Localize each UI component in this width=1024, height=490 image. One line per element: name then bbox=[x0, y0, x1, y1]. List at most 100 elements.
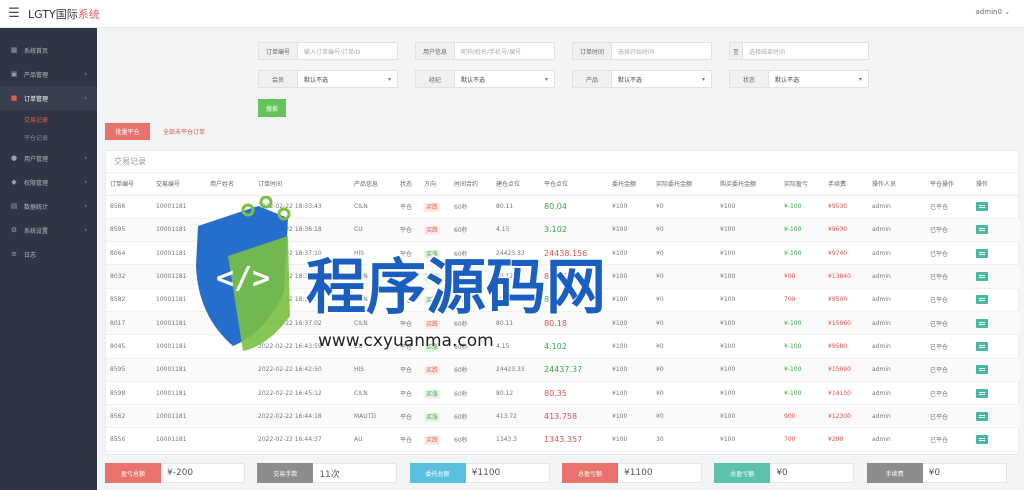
pnl-cell-text: 900 bbox=[784, 412, 796, 420]
product-select[interactable]: 默认不选 ▾ bbox=[612, 70, 712, 88]
order-time-cell-text: 2022-02-22 16:37:02 bbox=[258, 319, 322, 327]
buy-amount-cell-text: ¥100 bbox=[720, 273, 736, 281]
sidebar-item-home[interactable]: ▦ 系统首页 bbox=[0, 38, 97, 62]
product-cell: CILN bbox=[350, 311, 396, 336]
row-edit-button[interactable] bbox=[976, 435, 988, 445]
row-edit-button[interactable] bbox=[976, 295, 988, 305]
row-edit-button[interactable] bbox=[976, 272, 988, 282]
contract-cell-text: 60秒 bbox=[454, 390, 468, 398]
pnl-cell: ¥-100 bbox=[780, 218, 824, 243]
table-row: 8064 10001181 2022-02-22 18:37:10 HIS 平仓 买涨 60… bbox=[106, 241, 1020, 266]
direction-cell-text: 买跌 bbox=[424, 436, 441, 446]
actual-amount-cell: 30 bbox=[652, 427, 716, 452]
product-cell-text: CU bbox=[354, 342, 363, 350]
table-row: 8595 10001181 2022-02-22 18:36:18 CU 平仓 买跌 60秒… bbox=[106, 218, 1020, 243]
close-op-cell: 已平仓 bbox=[926, 334, 972, 359]
order-time-cell-text: 2022-02-22 16:45:12 bbox=[258, 389, 322, 397]
amount-cell: ¥100 bbox=[608, 195, 652, 219]
operator-cell-text: admin bbox=[872, 319, 891, 327]
summary-item: 盈亏总额 ¥-200 bbox=[105, 463, 257, 483]
operator-cell-text: admin bbox=[872, 342, 891, 350]
actual-amount-cell-text: ¥0 bbox=[656, 203, 664, 211]
order-number-cell: 8017 bbox=[106, 311, 152, 336]
trade-number-cell: 10001181 bbox=[152, 334, 206, 359]
order-number-cell: 8556 bbox=[106, 427, 152, 452]
table-row: 8032 10001181 2022-02-22 18:38:22 CILN 平仓 买涨 6… bbox=[106, 264, 1020, 289]
close-op-cell: 已平仓 bbox=[926, 427, 972, 452]
app-title: LGTY国际系统 bbox=[28, 6, 100, 22]
order-time-cell: 2022-02-22 18:36:18 bbox=[254, 218, 350, 243]
row-edit-button[interactable] bbox=[976, 202, 988, 212]
balance-cell: ¥9740 bbox=[824, 241, 868, 266]
batch-close-button[interactable]: 批量平仓 bbox=[105, 123, 150, 140]
agent-filter: 经纪 默认不选 ▾ bbox=[415, 70, 572, 88]
summary-item: 交易手数 11次 bbox=[257, 463, 409, 483]
start-time-input[interactable]: 选择开始时间 bbox=[612, 42, 712, 60]
table-row: 8566 10001181 2022-02-22 18:33:43 CILN 平仓 买跌 6… bbox=[106, 195, 1020, 219]
contract-cell-text: 60秒 bbox=[454, 250, 468, 258]
operator-cell-text: admin bbox=[872, 203, 891, 211]
row-edit-button[interactable] bbox=[976, 248, 988, 258]
sidebar-subitem-closed[interactable]: 平仓记录 bbox=[0, 128, 97, 146]
row-edit-button[interactable] bbox=[976, 388, 988, 398]
buy-amount-cell-text: ¥100 bbox=[720, 203, 736, 211]
action-cell bbox=[972, 218, 1020, 243]
table-row: 8556 10001181 2022-02-22 16:44:37 AU 平仓 买跌 60秒… bbox=[106, 427, 1020, 452]
row-edit-button[interactable] bbox=[976, 411, 988, 421]
column-header: 实际委托金额 bbox=[652, 173, 716, 196]
row-edit-button[interactable] bbox=[976, 225, 988, 235]
product-cell: CILN bbox=[350, 288, 396, 312]
column-header: 用户姓名 bbox=[206, 173, 254, 196]
table-header-row: 订单编号 交易编号 用户姓名 订单时间 产品信息 状态 方向 时间合约 建仓点位 平仓点位 委托金额… bbox=[106, 173, 1020, 196]
order-number-cell: 8562 bbox=[106, 404, 152, 429]
trade-number-cell-text: 10001181 bbox=[156, 342, 187, 350]
row-edit-button[interactable] bbox=[976, 365, 988, 375]
sidebar-item-stats[interactable]: ▤ 数据统计 › bbox=[0, 194, 97, 218]
sidebar-item-settings[interactable]: ⚙ 系统设置 › bbox=[0, 218, 97, 242]
status-cell: 平仓 bbox=[396, 404, 420, 429]
amount-cell-text: ¥100 bbox=[612, 296, 628, 304]
buy-amount-cell-text: ¥100 bbox=[720, 296, 736, 304]
member-select[interactable]: 默认不选 ▾ bbox=[298, 70, 398, 88]
actual-amount-cell-text: ¥0 bbox=[656, 249, 664, 257]
status-select[interactable]: 默认不选 ▾ bbox=[769, 70, 869, 88]
search-button[interactable]: 搜索 bbox=[258, 99, 286, 117]
sidebar-item-permissions[interactable]: ◆ 权限管理 › bbox=[0, 170, 97, 194]
user-info-input[interactable]: 昵称/姓名/手机号/编号 bbox=[455, 42, 555, 60]
contract-cell: 60秒 bbox=[450, 334, 492, 359]
menu-toggle-icon[interactable]: ☰ bbox=[0, 6, 28, 21]
actual-amount-cell-text: ¥0 bbox=[656, 273, 664, 281]
sidebar-item-users[interactable]: ● 用户管理 › bbox=[0, 146, 97, 170]
order-time-cell-text: 2022-02-22 16:44:37 bbox=[258, 436, 322, 444]
actual-amount-cell: ¥0 bbox=[652, 288, 716, 312]
close-price-cell-text: 1343.357 bbox=[544, 435, 583, 445]
user-name-cell bbox=[206, 241, 254, 266]
status-cell: 平仓 bbox=[396, 381, 420, 406]
row-edit-button[interactable] bbox=[976, 341, 988, 351]
direction-cell: 买涨 bbox=[420, 334, 450, 359]
order-no-input[interactable]: 输入订单编号/订单ID bbox=[298, 42, 398, 60]
contract-cell: 60秒 bbox=[450, 404, 492, 429]
column-header: 平仓点位 bbox=[540, 173, 608, 196]
user-menu[interactable]: admin0 ⌄ bbox=[976, 8, 1010, 16]
order-no-label: 订单编号 bbox=[258, 42, 298, 60]
close-price-cell-text: 24438.156 bbox=[544, 248, 588, 258]
user-name-cell bbox=[206, 288, 254, 312]
sidebar-item-logs[interactable]: ≡ 日志 bbox=[0, 242, 97, 266]
order-number-cell: 8598 bbox=[106, 381, 152, 406]
operator-cell-text: admin bbox=[872, 366, 891, 374]
close-price-cell: 80.76 bbox=[540, 264, 608, 289]
agent-select[interactable]: 默认不选 ▾ bbox=[455, 70, 555, 88]
unclosed-orders-link[interactable]: 全部未平仓订单 bbox=[163, 127, 205, 136]
open-price-cell: 80.11 bbox=[492, 311, 540, 336]
status-cell: 平仓 bbox=[396, 334, 420, 359]
sidebar-subitem-trades[interactable]: 交易记录 bbox=[0, 110, 97, 128]
product-cell-text: CILN bbox=[354, 296, 368, 304]
end-time-input[interactable]: 选择结束时间 bbox=[743, 42, 869, 60]
status-cell: 平仓 bbox=[396, 311, 420, 336]
product-cell: CILN bbox=[350, 264, 396, 289]
row-edit-button[interactable] bbox=[976, 318, 988, 328]
order-time-cell-text: 2022-02-22 18:33:43 bbox=[258, 203, 322, 211]
sidebar-item-orders[interactable]: ■ 订单管理 › bbox=[0, 86, 97, 110]
sidebar-item-products[interactable]: ▣ 产品管理 › bbox=[0, 62, 97, 86]
